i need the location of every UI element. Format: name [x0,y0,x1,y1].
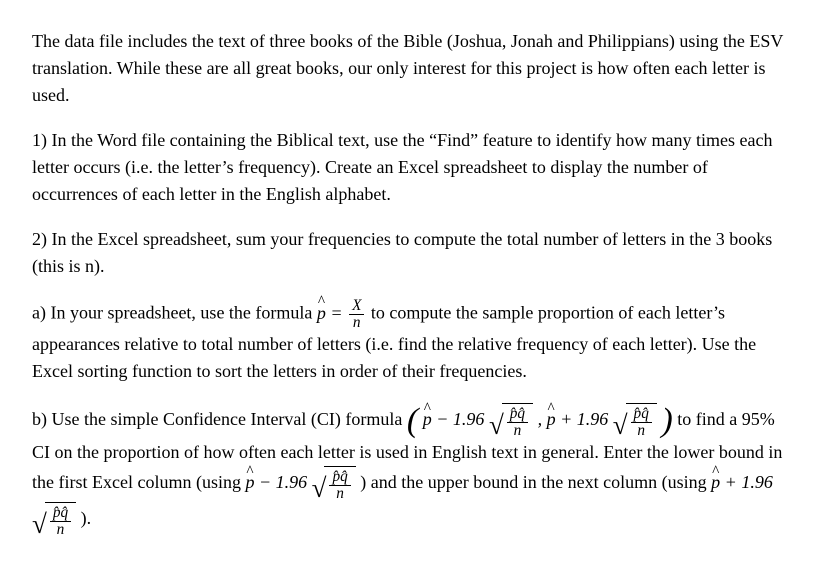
p-hat: p [317,300,326,327]
n-denom: n [631,423,652,439]
right-paren: ) [661,407,672,434]
sqrt: √p̂q̂n [312,466,356,502]
sqrt-lower: √p̂q̂n [489,403,533,439]
minus-196: − 1.96 [254,472,307,492]
part-a-pre: a) In your spreadsheet, use the formula [32,303,317,323]
fraction-x-over-n: Xn [349,298,364,331]
pq-hat: p̂q̂ [329,469,350,486]
part-b-end: ). [81,508,92,528]
plus-196: + 1.96 [720,472,773,492]
question-1: 1) In the Word file containing the Bibli… [32,127,796,208]
part-b-pre: b) Use the simple Confidence Interval (C… [32,409,407,429]
lower-bound-formula: p − 1.96 √p̂q̂n [245,472,360,492]
sqrt: √p̂q̂n [32,502,76,538]
sqrt-upper: √p̂q̂n [613,403,657,439]
ci-formula: ( p − 1.96 √p̂q̂n , p + 1.96 √p̂q̂n ) [407,409,677,429]
intro-paragraph: The data file includes the text of three… [32,28,796,109]
denominator-n: n [349,315,364,331]
equals: = [326,303,347,323]
n-denom: n [50,522,71,538]
formula-phat-eq-xn: p = Xn [317,303,371,323]
numerator-x: X [349,298,364,315]
part-a: a) In your spreadsheet, use the formula … [32,298,796,385]
p-hat: p [711,469,720,496]
pq-hat: p̂q̂ [507,406,528,423]
comma: , [538,409,547,429]
p-hat-upper: p [547,406,556,433]
p-hat-lower: p [423,406,432,433]
left-paren: ( [407,407,418,434]
minus-196: − 1.96 [432,409,485,429]
pq-hat: p̂q̂ [631,406,652,423]
n-denom: n [329,486,350,502]
plus-196: + 1.96 [556,409,609,429]
part-b-mid2: ) and the upper bound in the next column… [360,472,711,492]
question-2: 2) In the Excel spreadsheet, sum your fr… [32,226,796,280]
part-b: b) Use the simple Confidence Interval (C… [32,403,796,538]
n-denom: n [507,423,528,439]
pq-hat: p̂q̂ [50,505,71,522]
p-hat: p [245,469,254,496]
